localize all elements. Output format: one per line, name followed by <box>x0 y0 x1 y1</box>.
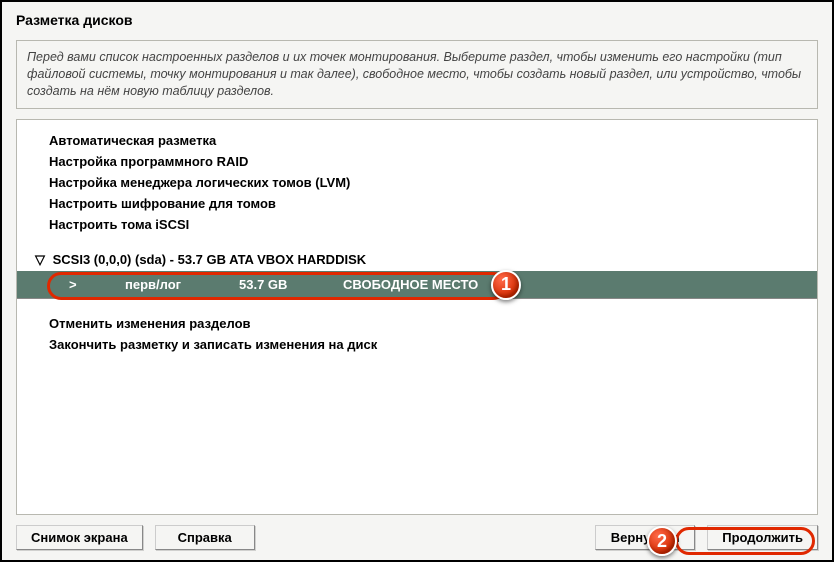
badge-1: 1 <box>491 270 521 300</box>
screenshot-button[interactable]: Снимок экрана <box>16 525 143 550</box>
disk-header[interactable]: ▽ SCSI3 (0,0,0) (sda) - 53.7 GB ATA VBOX… <box>17 249 817 271</box>
disk-label: SCSI3 (0,0,0) (sda) - 53.7 GB ATA VBOX H… <box>53 252 367 267</box>
menu-finish-partition[interactable]: Закончить разметку и записать изменения … <box>17 334 817 355</box>
bottom-toolbar: Снимок экрана Справка Вернуться Продолжи… <box>2 515 832 560</box>
menu-encrypt-volumes[interactable]: Настроить шифрование для томов <box>17 193 817 214</box>
partition-free-space[interactable]: > перв/лог 53.7 GB СВОБОДНОЕ МЕСТО <box>17 271 817 299</box>
partition-size: 53.7 GB <box>239 277 319 292</box>
partition-list: Автоматическая разметка Настройка програ… <box>16 119 818 515</box>
window-title: Разметка дисков <box>2 2 832 36</box>
chevron-icon: > <box>69 277 77 292</box>
expand-icon: ▽ <box>35 252 47 268</box>
menu-iscsi[interactable]: Настроить тома iSCSI <box>17 214 817 235</box>
spacer <box>267 525 584 550</box>
continue-button[interactable]: Продолжить <box>707 525 818 550</box>
back-button[interactable]: Вернуться <box>595 525 695 550</box>
description-text: Перед вами список настроенных разделов и… <box>16 40 818 109</box>
partition-type: перв/лог <box>125 277 215 292</box>
separator <box>17 235 817 249</box>
menu-software-raid[interactable]: Настройка программного RAID <box>17 151 817 172</box>
help-button[interactable]: Справка <box>155 525 255 550</box>
partition-window: Разметка дисков Перед вами список настро… <box>0 0 834 562</box>
separator <box>17 299 817 313</box>
partition-status: СВОБОДНОЕ МЕСТО <box>343 277 478 292</box>
badge-2: 2 <box>647 526 677 556</box>
menu-lvm[interactable]: Настройка менеджера логических томов (LV… <box>17 172 817 193</box>
menu-undo-changes[interactable]: Отменить изменения разделов <box>17 313 817 334</box>
menu-auto-partition[interactable]: Автоматическая разметка <box>17 130 817 151</box>
